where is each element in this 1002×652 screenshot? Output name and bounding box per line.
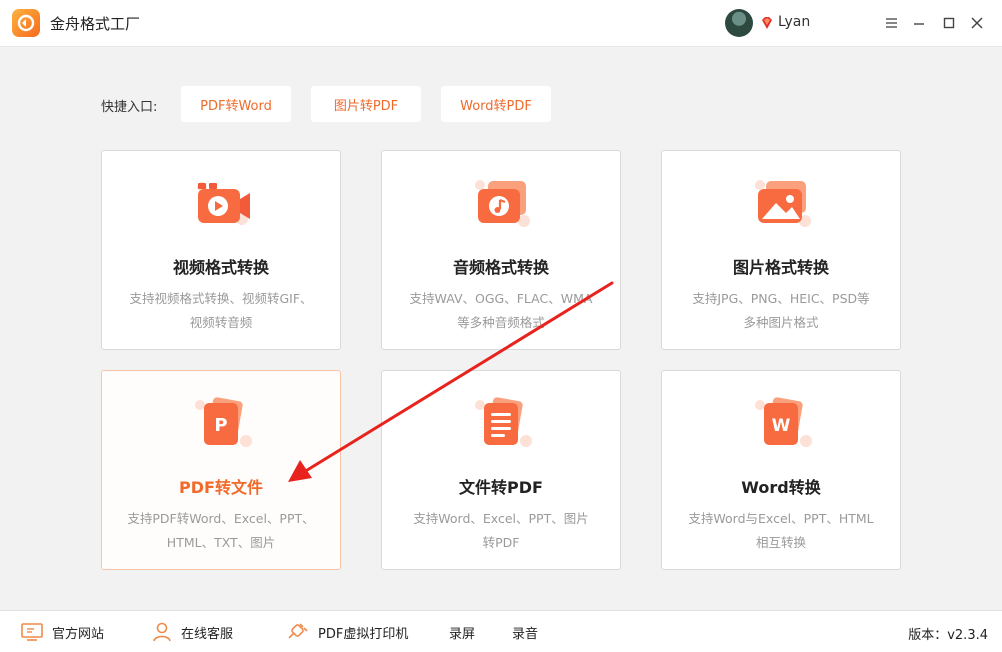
quick-word-to-pdf-button[interactable]: Word转PDF [441,86,551,122]
card-title: 视频格式转换 [172,258,269,277]
online-service-label: 在线客服 [181,626,234,642]
version-label: 版本：v2.3.4 [908,628,988,643]
pdf-virtual-printer-label: PDF虚拟打印机 [318,626,409,642]
card-title: 文件转PDF [459,478,543,497]
card-description: 支持Word与Excel、PPT、HTML 相互转换 [672,507,890,555]
svg-text:W: W [772,416,791,436]
quick-pdf-to-word-button[interactable]: PDF转Word [181,86,291,122]
menu-icon [886,18,897,28]
music-icon [475,180,530,227]
screen-record-link[interactable]: 录屏 [449,611,475,652]
card-description: 支持PDF转Word、Excel、PPT、 HTML、TXT、图片 [112,507,330,555]
svg-text:P: P [214,415,227,436]
close-button[interactable] [966,12,988,34]
pdf-p-icon: P [195,397,252,447]
vip-diamond-icon [762,17,772,29]
card-desc-line: 支持Word、Excel、PPT、图片 [413,511,589,526]
maximize-button[interactable] [938,12,960,34]
document-icon [475,397,532,447]
card-title: 音频格式转换 [452,258,549,277]
close-icon [971,17,983,29]
menu-button[interactable] [880,12,902,34]
card-desc-line: 视频转音频 [189,315,253,330]
pdf-virtual-printer-link[interactable]: PDF虚拟打印机 [284,611,408,652]
minimize-icon [914,23,924,25]
app-logo [12,9,40,37]
card-desc-line: HTML、TXT、图片 [166,535,276,550]
avatar[interactable] [725,9,753,37]
card-desc-line: 支持PDF转Word、Excel、PPT、 [127,511,315,526]
quick-entry-label: 快捷入口: [101,100,158,115]
card-pdf-to-file[interactable]: P PDF转文件 支持PDF转Word、Excel、PPT、 HTML、TXT、… [101,370,341,570]
minimize-button[interactable] [908,12,930,34]
card-desc-line: 多种图片格式 [743,315,819,330]
card-word-conversion[interactable]: W Word转换 支持Word与Excel、PPT、HTML 相互转换 [661,370,901,570]
official-website-link[interactable]: 官方网站 [20,611,104,652]
screen-record-label: 录屏 [449,626,476,642]
card-description: 支持JPG、PNG、HEIC、PSD等 多种图片格式 [672,287,890,335]
card-title: Word转换 [741,478,821,497]
card-title: 图片格式转换 [732,258,829,277]
maximize-icon [943,17,955,29]
card-desc-line: 支持JPG、PNG、HEIC、PSD等 [692,291,870,306]
online-service-link[interactable]: 在线客服 [151,611,233,652]
card-description: 支持视频格式转换、视频转GIF、 视频转音频 [112,287,330,335]
person-icon [153,622,171,642]
video-icon [197,182,250,225]
card-video-conversion[interactable]: 视频格式转换 支持视频格式转换、视频转GIF、 视频转音频 [101,150,341,350]
official-website-label: 官方网站 [52,626,105,642]
card-desc-line: 转PDF [482,535,520,550]
quick-image-to-pdf-button[interactable]: 图片转PDF [311,86,421,122]
plug-icon [288,623,308,639]
card-audio-conversion[interactable]: 音频格式转换 支持WAV、OGG、FLAC、WMA 等多种音频格式 [381,150,621,350]
audio-record-label: 录音 [512,626,539,642]
card-desc-line: 等多种音频格式 [457,315,545,330]
card-title: PDF转文件 [179,478,263,497]
card-desc-line: 支持WAV、OGG、FLAC、WMA [409,291,593,306]
audio-record-link[interactable]: 录音 [512,611,538,652]
card-desc-line: 支持Word与Excel、PPT、HTML [688,511,874,526]
card-desc-line: 相互转换 [755,535,806,550]
username[interactable]: Lyan [778,14,810,30]
bottom-bar: 官方网站 在线客服 PDF虚拟打印机 录屏 录音 版本：v2.3.4 [0,610,1002,652]
word-w-icon: W [755,397,812,447]
card-description: 支持Word、Excel、PPT、图片 转PDF [392,507,610,555]
app-title: 金舟格式工厂 [50,15,141,33]
card-image-conversion[interactable]: 图片格式转换 支持JPG、PNG、HEIC、PSD等 多种图片格式 [661,150,901,350]
monitor-icon [21,623,43,641]
image-icon [755,180,811,227]
card-file-to-pdf[interactable]: 文件转PDF 支持Word、Excel、PPT、图片 转PDF [381,370,621,570]
card-description: 支持WAV、OGG、FLAC、WMA 等多种音频格式 [392,287,610,335]
card-desc-line: 支持视频格式转换、视频转GIF、 [129,291,313,306]
title-bar: 金舟格式工厂 Lyan [0,0,1002,47]
